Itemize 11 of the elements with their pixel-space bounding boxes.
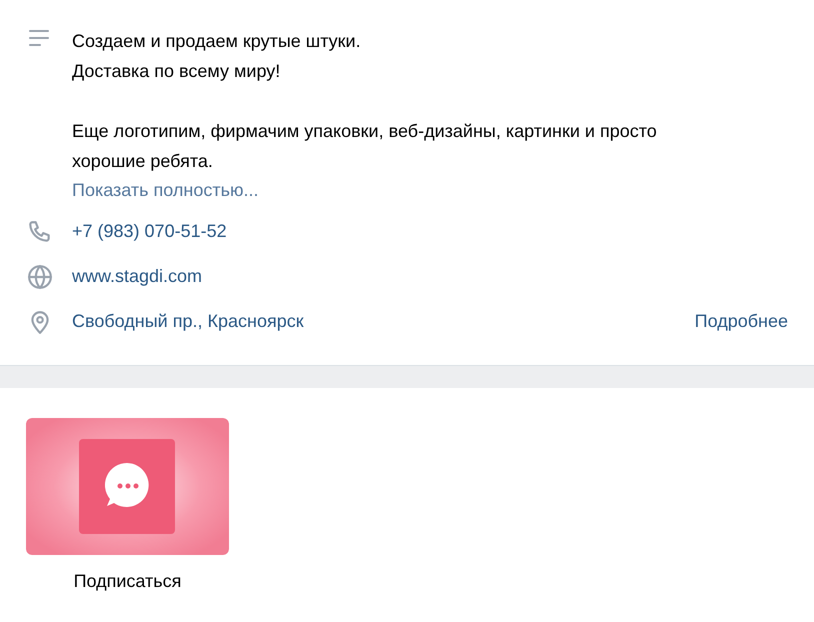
phone-link[interactable]: +7 (983) 070-51-52 [72, 216, 227, 246]
text-lines-icon [29, 29, 51, 47]
widget-label: Подписаться [74, 571, 182, 592]
show-more-link[interactable]: Показать полностью... [72, 176, 258, 204]
globe-icon [27, 264, 53, 290]
website-link[interactable]: www.stagdi.com [72, 261, 202, 291]
address-link[interactable]: Свободный пр., Красноярск [72, 306, 304, 336]
description-text: Создаем и продаем крутые штуки. Доставка по всему миру! [72, 30, 362, 83]
description-text: Еще логотипим, фирмачим упаковки, веб-дизайны, картинки и просто хорошие ребята. [72, 120, 658, 173]
details-link[interactable]: Подробнее [694, 306, 788, 336]
subscribe-widget-card[interactable] [26, 418, 229, 555]
